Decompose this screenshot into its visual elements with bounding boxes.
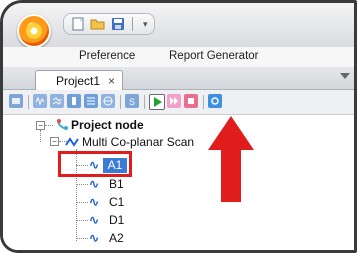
waveform-icon: ∿ <box>89 213 100 227</box>
menu-bar: Preference Report Generator <box>3 47 354 67</box>
tree-root-label[interactable]: Project node <box>71 118 144 132</box>
tree-item-a2[interactable]: A2 <box>109 231 124 245</box>
model-icon[interactable] <box>9 94 23 108</box>
step-icon[interactable] <box>167 94 181 108</box>
toolbar: S <box>3 90 354 115</box>
array-icon[interactable] <box>84 94 98 108</box>
target-icon[interactable] <box>208 94 222 108</box>
tab-label: Project1 <box>56 73 101 88</box>
qat-customize-icon[interactable]: ▾ <box>143 19 148 30</box>
tree-item-c1[interactable]: C1 <box>109 195 124 209</box>
tree-line <box>76 202 88 203</box>
tab-list-dropdown-icon[interactable] <box>340 73 350 79</box>
document-tab-row: Project1 × <box>3 67 354 90</box>
waveform-icon: ∿ <box>89 231 100 245</box>
probe-icon[interactable] <box>67 94 81 108</box>
project-node-icon <box>55 118 69 136</box>
red-arrow-icon <box>208 116 254 202</box>
qat-separator <box>132 17 133 31</box>
waveform-icon: ∿ <box>89 177 100 191</box>
collapse-scan-icon[interactable]: − <box>50 137 59 146</box>
open-folder-icon[interactable] <box>90 16 106 32</box>
toolbar-separator <box>144 95 145 109</box>
sphere-icon[interactable] <box>101 94 115 108</box>
multi-wave-icon[interactable] <box>50 94 64 108</box>
tree-line <box>76 238 88 239</box>
tree-line <box>40 130 41 142</box>
toolbar-separator <box>120 95 121 109</box>
tree-line <box>76 220 88 221</box>
save-icon[interactable] <box>110 16 126 32</box>
tree-item-d1[interactable]: D1 <box>109 213 124 227</box>
app-window: ▾ Preference Report Generator Project1 ×… <box>0 0 357 253</box>
tab-project1[interactable]: Project1 × <box>35 70 124 90</box>
toolbar-separator <box>203 95 204 109</box>
tree-item-b1[interactable]: B1 <box>109 177 124 191</box>
run-icon[interactable] <box>149 94 165 110</box>
waveform-icon: ∿ <box>89 195 100 209</box>
tree-scan-label[interactable]: Multi Co-planar Scan <box>82 135 194 149</box>
scan-icon[interactable]: S <box>125 94 139 108</box>
close-icon[interactable]: × <box>108 74 115 88</box>
tree-line <box>45 125 53 126</box>
title-bar: ▾ <box>3 3 354 48</box>
menu-preference[interactable]: Preference <box>79 50 135 62</box>
toolbar-separator <box>28 95 29 109</box>
stop-icon[interactable] <box>184 94 198 108</box>
new-file-icon[interactable] <box>70 16 86 32</box>
quick-access-toolbar: ▾ <box>63 13 155 35</box>
waveform-icon[interactable] <box>33 94 47 108</box>
collapse-root-icon[interactable]: − <box>36 121 45 130</box>
app-orb-icon[interactable] <box>17 14 51 48</box>
svg-text:S: S <box>129 97 135 106</box>
menu-report-generator[interactable]: Report Generator <box>169 50 259 62</box>
tree-line <box>76 184 88 185</box>
highlight-box <box>58 151 132 177</box>
